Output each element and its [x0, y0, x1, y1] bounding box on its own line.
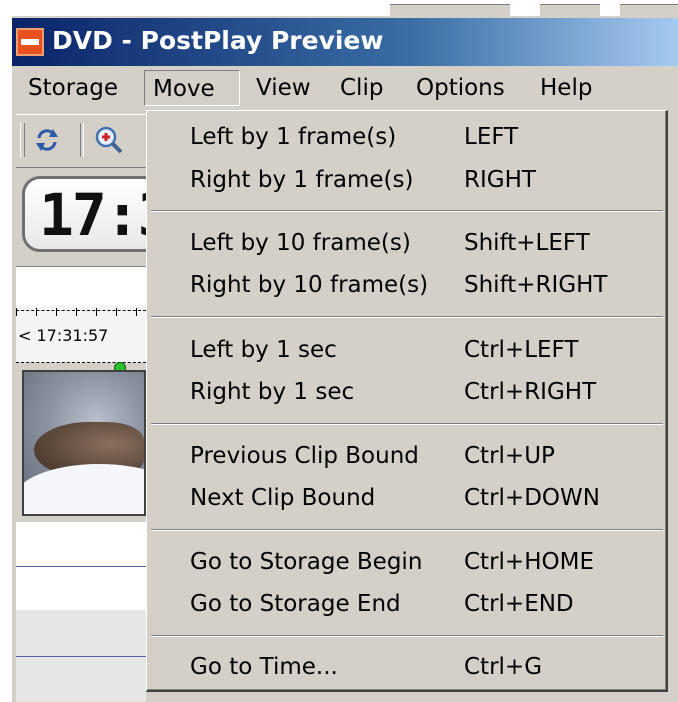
ruler-dash-line: [16, 310, 146, 311]
menu-item-left-1-sec[interactable]: Left by 1 sec Ctrl+LEFT: [147, 332, 665, 368]
menu-options[interactable]: Options: [408, 70, 513, 106]
time-display: 17:3: [22, 176, 162, 252]
menu-item-label: Left by 1 frame(s): [190, 124, 397, 150]
menu-separator: [151, 635, 663, 637]
menu-item-left-10-frames[interactable]: Left by 10 frame(s) Shift+LEFT: [147, 225, 665, 261]
menu-item-right-1-frame[interactable]: Right by 1 frame(s) RIGHT: [147, 162, 665, 198]
menu-item-shortcut: Ctrl+G: [464, 654, 543, 680]
menu-item-next-clip-bound[interactable]: Next Clip Bound Ctrl+DOWN: [147, 480, 665, 516]
menu-item-label: Right by 1 frame(s): [190, 167, 414, 193]
toolbar: [16, 114, 146, 168]
menu-item-shortcut: Ctrl+HOME: [464, 549, 594, 575]
menu-item-label: Right by 10 frame(s): [190, 272, 429, 298]
refresh-icon[interactable]: [30, 123, 64, 157]
menu-bar: Storage Move View Clip Options Help: [12, 66, 678, 110]
menu-item-shortcut: Ctrl+END: [464, 591, 574, 617]
menu-item-label: Go to Storage End: [190, 591, 401, 617]
move-dropdown-menu: Left by 1 frame(s) LEFT Right by 1 frame…: [146, 110, 668, 692]
app-icon[interactable]: [16, 28, 44, 56]
menu-item-right-10-frames[interactable]: Right by 10 frame(s) Shift+RIGHT: [147, 267, 665, 303]
menu-separator: [151, 210, 663, 212]
menu-item-right-1-sec[interactable]: Right by 1 sec Ctrl+RIGHT: [147, 374, 665, 410]
track-line: [16, 566, 146, 567]
timeline-header: [16, 266, 146, 307]
menu-item-label: Next Clip Bound: [190, 485, 376, 511]
menu-storage[interactable]: Storage: [20, 70, 126, 106]
menu-item-label: Left by 10 frame(s): [190, 230, 411, 256]
menu-separator: [151, 316, 663, 318]
menu-separator: [151, 529, 663, 531]
menu-clip[interactable]: Clip: [332, 70, 391, 106]
menu-item-label: Right by 1 sec: [190, 379, 355, 405]
menu-item-shortcut: Ctrl+UP: [464, 443, 555, 469]
menu-item-storage-end[interactable]: Go to Storage End Ctrl+END: [147, 586, 665, 622]
zoom-in-icon[interactable]: [92, 123, 126, 157]
menu-item-shortcut: RIGHT: [464, 167, 536, 193]
menu-item-shortcut: Shift+RIGHT: [464, 272, 608, 298]
ruler-time-label: < 17:31:57: [18, 326, 109, 345]
menu-move[interactable]: Move: [144, 70, 240, 106]
menu-help[interactable]: Help: [532, 70, 600, 106]
menu-item-go-to-time[interactable]: Go to Time... Ctrl+G: [147, 649, 665, 685]
menu-item-shortcut: LEFT: [464, 124, 519, 150]
window-right-edge: [668, 110, 678, 702]
time-display-value: 17:3: [39, 181, 162, 249]
menu-item-storage-begin[interactable]: Go to Storage Begin Ctrl+HOME: [147, 544, 665, 580]
menu-item-previous-clip-bound[interactable]: Previous Clip Bound Ctrl+UP: [147, 438, 665, 474]
toolbar-separator: [80, 123, 84, 157]
menu-item-label: Go to Storage Begin: [190, 549, 423, 575]
menu-item-label: Previous Clip Bound: [190, 443, 419, 469]
menu-separator: [151, 423, 663, 425]
background-window-strip: [0, 0, 678, 17]
window-title: DVD - PostPlay Preview: [52, 26, 384, 55]
menu-item-shortcut: Ctrl+LEFT: [464, 337, 579, 363]
clip-thumbnail[interactable]: [22, 370, 146, 516]
track-line: [16, 656, 146, 657]
thumbnail-snow: [24, 464, 144, 514]
menu-item-left-1-frame[interactable]: Left by 1 frame(s) LEFT: [147, 119, 665, 155]
menu-item-shortcut: Ctrl+RIGHT: [464, 379, 597, 405]
menu-item-label: Left by 1 sec: [190, 337, 337, 363]
menu-item-shortcut: Shift+LEFT: [464, 230, 590, 256]
title-bar[interactable]: DVD - PostPlay Preview: [12, 18, 678, 66]
menu-item-label: Go to Time...: [190, 654, 338, 680]
menu-item-shortcut: Ctrl+DOWN: [464, 485, 600, 511]
toolbar-grip[interactable]: [20, 123, 25, 157]
menu-view[interactable]: View: [248, 70, 319, 106]
